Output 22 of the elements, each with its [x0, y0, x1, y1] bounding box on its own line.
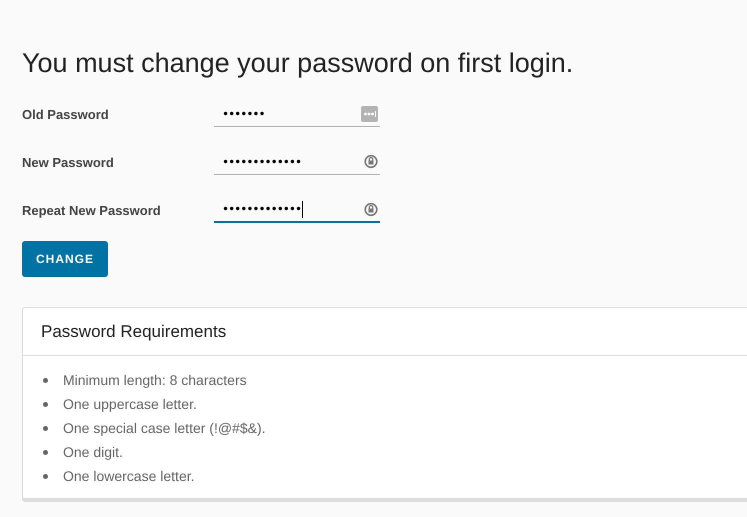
requirement-text: One special case letter (!@#$&).	[63, 420, 266, 436]
requirement-text: One digit.	[63, 444, 123, 460]
password-field[interactable]: •••••••	[214, 101, 380, 127]
bullet-icon	[43, 378, 48, 382]
field-label: Repeat New Password	[22, 202, 162, 218]
field-label: Old Password	[22, 106, 110, 122]
lock-icon[interactable]	[364, 154, 378, 169]
lock-icon[interactable]	[364, 202, 378, 216]
requirement-text: One uppercase letter.	[63, 396, 197, 412]
password-field[interactable]: •••••••••••••	[214, 149, 380, 175]
bullet-icon	[43, 450, 48, 454]
field-label: New Password	[22, 154, 115, 170]
requirement-text: One lowercase letter.	[63, 468, 195, 484]
bullet-icon	[43, 402, 48, 406]
change-button[interactable]: CHANGE	[22, 241, 108, 277]
requirement-text: Minimum length: 8 characters	[63, 372, 247, 388]
page-title: You must change your password on first login.	[22, 48, 574, 79]
text-cursor	[302, 200, 304, 218]
card-title: Password Requirements	[41, 322, 226, 342]
password-field[interactable]: •••••••••••••	[214, 197, 380, 223]
bullet-icon	[43, 474, 48, 478]
bullet-icon	[43, 426, 48, 430]
